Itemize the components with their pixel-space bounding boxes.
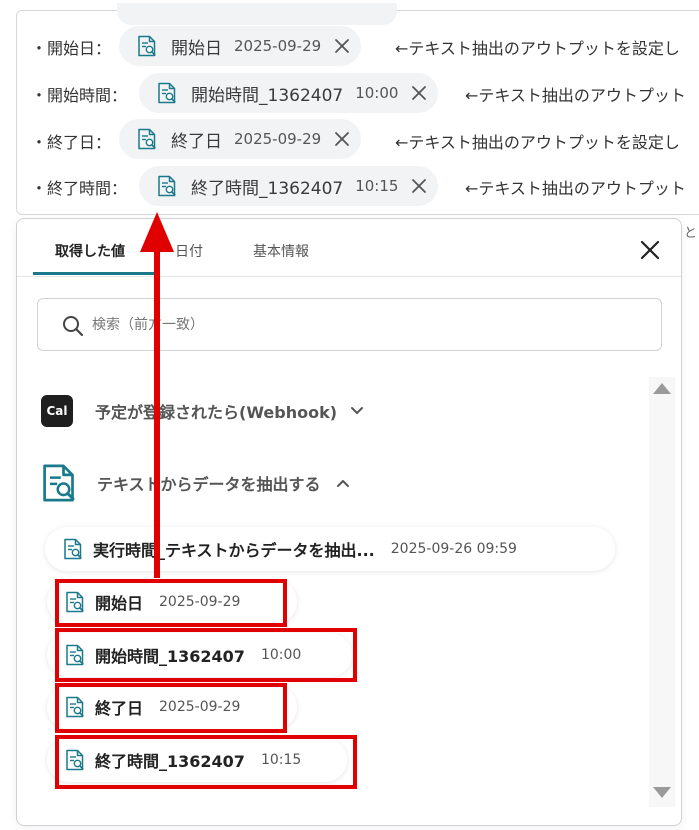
text-extract-icon [157, 82, 177, 104]
value-item-execution-time[interactable]: 実行時間_テキストからデータを抽出... 2025-09-26 09:59 [45, 527, 615, 571]
annotation-note: ←テキスト抽出のアウトプットを設定し [395, 39, 680, 58]
scroll-up-arrow-icon[interactable] [653, 383, 671, 394]
text-extract-icon [63, 538, 83, 560]
section-title: テキストからデータを抽出する [97, 475, 321, 494]
highlight-box [55, 735, 357, 789]
start-time-label: ・開始時間： [31, 86, 128, 105]
search-input[interactable] [90, 311, 630, 339]
annotation-note: ←テキスト抽出のアウトプット [465, 86, 686, 105]
tab-basic-info[interactable]: 基本情報 [253, 241, 309, 261]
chip-value: 10:00 [355, 84, 399, 102]
remove-chip-icon[interactable] [333, 130, 351, 148]
chevron-down-icon [351, 407, 364, 414]
tab-date[interactable]: 日付 [175, 241, 203, 261]
chip-name: 終了時間_1362407 [191, 178, 344, 199]
end-date-chip[interactable]: 終了日 2025-09-29 [119, 119, 362, 159]
text-extract-icon [137, 128, 157, 150]
end-time-label: ・終了時間： [31, 179, 128, 198]
search-box [37, 298, 662, 351]
cut-off-chip [117, 3, 397, 25]
chip-name: 開始時間_1362407 [191, 85, 344, 106]
annotation-note: ←テキスト抽出のアウトプットを設定し [395, 133, 680, 152]
chip-name: 終了日 [171, 131, 222, 152]
remove-chip-icon[interactable] [333, 37, 351, 55]
highlight-box [55, 579, 287, 627]
end-time-chip[interactable]: 終了時間_1362407 10:15 [139, 166, 439, 206]
cal-logo: Cal [41, 395, 73, 427]
remove-chip-icon[interactable] [410, 84, 428, 102]
start-date-label: ・開始日： [31, 39, 112, 58]
active-tab-indicator [33, 272, 155, 275]
text-extract-icon [157, 175, 177, 197]
chevron-up-icon [336, 480, 349, 487]
section-text-extract[interactable]: テキストからデータを抽出する [41, 463, 351, 503]
text-extract-icon [137, 35, 157, 57]
chip-name: 開始日 [171, 38, 222, 59]
highlight-box [55, 683, 287, 733]
item-name: 実行時間_テキストからデータを抽出... [93, 541, 375, 560]
remove-chip-icon[interactable] [410, 177, 428, 195]
start-time-chip[interactable]: 開始時間_1362407 10:00 [139, 73, 439, 113]
chip-value: 2025-09-29 [234, 37, 322, 55]
scrollbar[interactable] [649, 377, 675, 807]
item-value: 2025-09-26 09:59 [390, 541, 517, 557]
form-panel: ・開始日： 開始日 2025-09-29 ←テキスト抽出のアウトプットを設定し … [16, 3, 699, 215]
start-date-chip[interactable]: 開始日 2025-09-29 [119, 26, 362, 66]
chip-value: 2025-09-29 [234, 130, 322, 148]
chip-value: 10:15 [355, 177, 399, 195]
text-extract-icon [41, 463, 77, 503]
tab-bar: 取得した値 日付 基本情報 [17, 219, 681, 277]
end-date-label: ・終了日： [31, 133, 112, 152]
highlight-box [55, 628, 357, 682]
section-title: 予定が登録されたら(Webhook) [95, 403, 338, 422]
close-icon[interactable] [639, 239, 661, 261]
background-text-fragment: と [684, 226, 698, 241]
annotation-note: ←テキスト抽出のアウトプット [465, 179, 686, 198]
tab-retrieved-values[interactable]: 取得した値 [55, 241, 125, 261]
scroll-down-arrow-icon[interactable] [653, 787, 671, 798]
search-icon [63, 316, 84, 337]
section-webhook-trigger[interactable]: Cal 予定が登録されたら(Webhook) [41, 395, 365, 427]
